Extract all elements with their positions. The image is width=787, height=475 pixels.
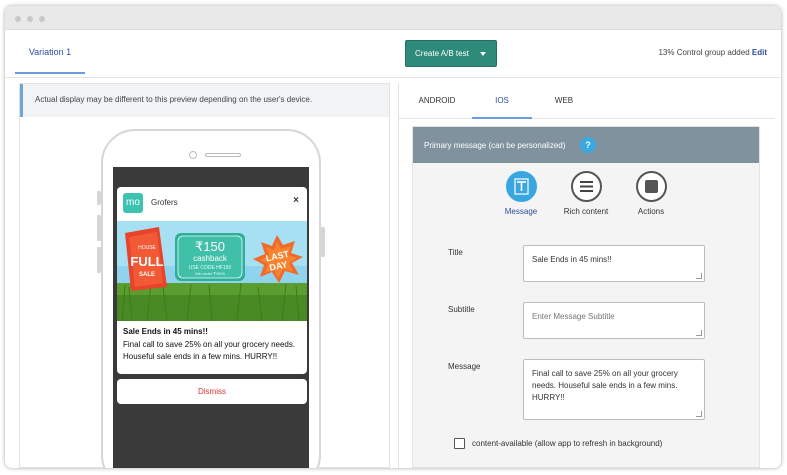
subtitle-placeholder: Enter Message Subtitle — [532, 312, 615, 321]
window-titlebar — [5, 6, 781, 30]
content-available-label[interactable]: content-available (allow app to refresh … — [472, 439, 662, 448]
cashback-amount: ₹150 — [195, 239, 225, 254]
app-logo: mo — [123, 193, 143, 213]
phone-screen: mo Grofers × HOUSE FULL SALE ₹150 cashba… — [113, 167, 309, 468]
os-tabs: ANDROID IOS WEB — [399, 83, 775, 119]
tab-android[interactable]: ANDROID — [407, 83, 467, 119]
phone-mockup: mo Grofers × HOUSE FULL SALE ₹150 cashba… — [97, 129, 325, 468]
notification-title: Sale Ends in 45 mins!! — [123, 327, 208, 336]
caret-down-icon — [480, 52, 486, 56]
phone-side-button — [97, 215, 101, 241]
subtitle-label: Subtitle — [448, 305, 475, 314]
type-message-label: Message — [504, 207, 538, 216]
resize-handle-icon[interactable] — [696, 273, 702, 279]
ab-test-label: Create A/B test — [415, 49, 469, 58]
title-label: Title — [448, 248, 463, 257]
tab-ios[interactable]: IOS — [472, 83, 532, 119]
primary-message-title: Primary message (can be personalized) — [424, 141, 566, 150]
title-field[interactable]: Sale Ends in 45 mins!! — [523, 245, 705, 282]
subtitle-field[interactable]: Enter Message Subtitle — [523, 302, 705, 339]
cashback-word: cashback — [193, 254, 228, 263]
title-value: Sale Ends in 45 mins!! — [532, 255, 612, 264]
badge-bottom-text: SALE — [139, 272, 155, 278]
control-group-text: 13% Control group added — [658, 48, 750, 57]
help-icon[interactable]: ? — [580, 137, 596, 153]
type-actions-option[interactable]: Actions — [621, 171, 681, 216]
notification-banner-image: HOUSE FULL SALE ₹150 cashback USE CODE H… — [117, 221, 307, 321]
resize-handle-icon[interactable] — [696, 411, 702, 417]
type-rich-content-option[interactable]: Rich content — [556, 171, 616, 216]
tab-web[interactable]: WEB — [534, 83, 594, 119]
window-dot-icon — [27, 16, 33, 22]
phone-side-button — [97, 247, 101, 273]
phone-side-button — [97, 191, 101, 205]
badge-top-text: HOUSE — [138, 245, 156, 251]
phone-speaker — [205, 153, 241, 157]
editor-panel: ANDROID IOS WEB Primary message (can be … — [398, 83, 775, 468]
phone-camera-icon — [189, 151, 197, 159]
window-dot-icon — [15, 16, 21, 22]
notification-card[interactable]: mo Grofers × HOUSE FULL SALE ₹150 cashba… — [117, 187, 307, 374]
badge-main-text: FULL — [130, 254, 163, 269]
preview-notice: Actual display may be different to this … — [20, 84, 389, 117]
tab-variation-1[interactable]: Variation 1 — [15, 46, 85, 74]
list-icon — [570, 171, 602, 202]
type-rich-content-label: Rich content — [563, 207, 609, 216]
text-icon — [505, 171, 537, 202]
notification-body: Final call to save 25% on all your groce… — [123, 340, 296, 361]
campaign-header: Variation 1 Create A/B test 13% Control … — [5, 30, 781, 78]
primary-message-section: Primary message (can be personalized) ? … — [412, 126, 760, 468]
type-actions-label: Actions — [637, 207, 665, 216]
resize-handle-icon[interactable] — [696, 330, 702, 336]
phone-side-button — [321, 227, 325, 257]
message-label: Message — [448, 362, 481, 371]
type-message-option[interactable]: Message — [491, 171, 551, 216]
content-available-checkbox[interactable] — [454, 438, 465, 449]
min-line: Min order ₹1999 — [195, 271, 225, 276]
window-dot-icon — [39, 16, 45, 22]
close-icon[interactable]: × — [293, 195, 299, 206]
primary-message-header: Primary message (can be personalized) ? — [413, 127, 759, 163]
control-group-info: 13% Control group added Edit — [658, 48, 767, 57]
message-field[interactable]: Final call to save 25% on all your groce… — [523, 359, 705, 420]
app-name: Grofers — [151, 198, 178, 207]
browser-window: Variation 1 Create A/B test 13% Control … — [5, 6, 781, 468]
square-icon — [635, 171, 667, 202]
edit-control-link[interactable]: Edit — [752, 48, 767, 57]
create-ab-test-button[interactable]: Create A/B test — [405, 40, 497, 67]
message-value: Final call to save 25% on all your groce… — [532, 369, 678, 402]
dismiss-button[interactable]: Dismiss — [117, 379, 307, 404]
preview-panel: Actual display may be different to this … — [19, 83, 390, 468]
